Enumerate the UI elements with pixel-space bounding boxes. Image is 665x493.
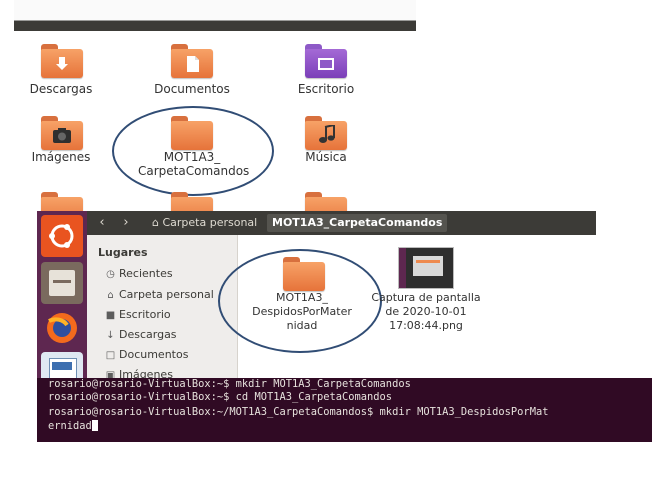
firefox-icon[interactable] (41, 307, 83, 349)
desktop-label-musica: Música (305, 150, 347, 164)
desktop-folder-icon[interactable] (305, 44, 347, 78)
desktop-label-imagenes: Imágenes (31, 150, 91, 164)
music-folder-icon[interactable] (305, 116, 347, 150)
highlight-ellipse (112, 106, 274, 196)
file-manager-header: ‹ › ⌂ Carpeta personal MOT1A3_CarpetaCom… (87, 211, 596, 235)
forward-button[interactable]: › (117, 214, 135, 232)
ubuntu-logo-icon[interactable] (41, 215, 83, 257)
window-top-strip (14, 0, 416, 31)
download-icon: ↓ (106, 330, 115, 341)
document-icon: □ (105, 350, 116, 361)
terminal-line-4: ernidad (48, 420, 98, 432)
terminal[interactable]: rosario@rosario-VirtualBox:~$ mkdir MOT1… (37, 378, 652, 442)
breadcrumb-current[interactable]: MOT1A3_CarpetaComandos (267, 214, 448, 232)
clock-icon: ◷ (106, 269, 115, 280)
file-label-captura: Captura de pantalla de 2020-10-01 17:08:… (371, 291, 481, 332)
breadcrumb-home[interactable]: ⌂ Carpeta personal (147, 214, 262, 232)
desktop-icon: ■ (105, 310, 116, 321)
terminal-line-2: rosario@rosario-VirtualBox:~$ cd MOT1A3_… (48, 391, 393, 403)
sidebar-item-descargas[interactable]: ↓ Descargas (104, 328, 176, 341)
terminal-cursor (91, 420, 98, 431)
sidebar-item-documentos[interactable]: □ Documentos (104, 348, 189, 361)
sidebar-item-carpeta-personal[interactable]: ⌂ Carpeta personal (104, 288, 213, 301)
image-thumbnail[interactable] (398, 247, 454, 289)
home-icon: ⌂ (107, 290, 114, 301)
terminal-line-1: rosario@rosario-VirtualBox:~$ mkdir MOT1… (48, 378, 411, 390)
back-button[interactable]: ‹ (93, 214, 111, 232)
terminal-line-3: rosario@rosario-VirtualBox:~/MOT1A3_Carp… (48, 406, 549, 418)
sidebar: Lugares ◷ Recientes ⌂ Carpeta personal ■ Es… (87, 235, 238, 383)
documents-folder-icon[interactable] (171, 44, 213, 78)
sidebar-item-escritorio[interactable]: ■ Escritorio (104, 308, 171, 321)
highlight-ellipse (218, 249, 382, 353)
downloads-folder-icon[interactable] (41, 44, 83, 78)
desktop-label-documentos: Documentos (154, 82, 230, 96)
desktop-label-descargas: Descargas (29, 82, 93, 96)
sidebar-item-recientes[interactable]: ◷ Recientes (104, 267, 172, 280)
home-icon: ⌂ (152, 216, 159, 229)
sidebar-title: Lugares (98, 246, 148, 259)
pictures-folder-icon[interactable] (41, 116, 83, 150)
desktop-label-escritorio: Escritorio (297, 82, 355, 96)
files-app-icon[interactable] (41, 262, 83, 304)
